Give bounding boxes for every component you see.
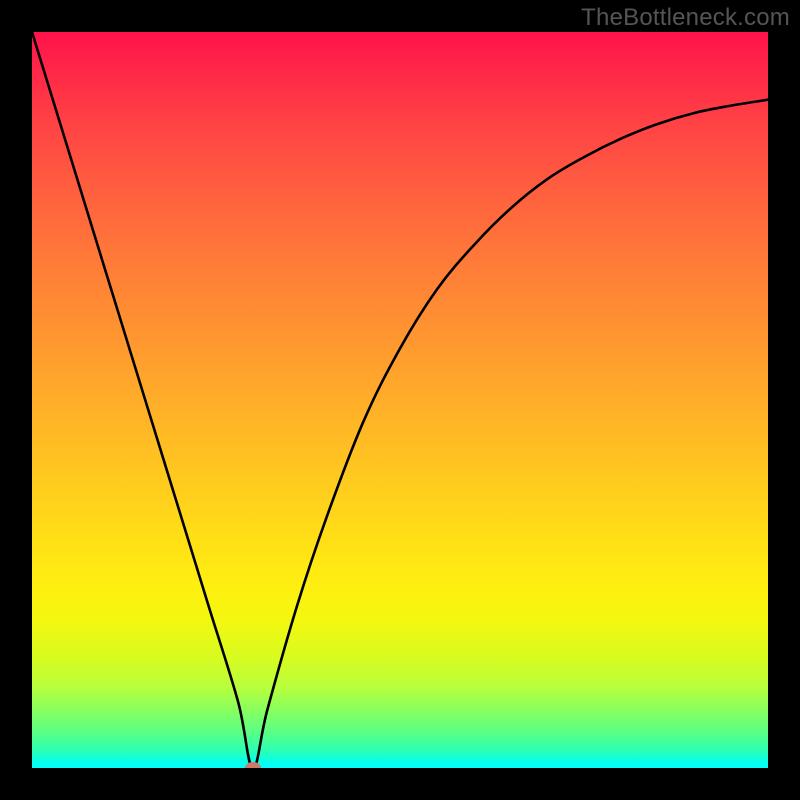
curve-layer — [32, 32, 768, 768]
current-point-marker — [245, 762, 261, 768]
watermark-text: TheBottleneck.com — [581, 4, 790, 32]
bottleneck-curve — [32, 32, 768, 768]
plot-area — [32, 32, 768, 768]
chart-container: TheBottleneck.com — [0, 0, 800, 800]
